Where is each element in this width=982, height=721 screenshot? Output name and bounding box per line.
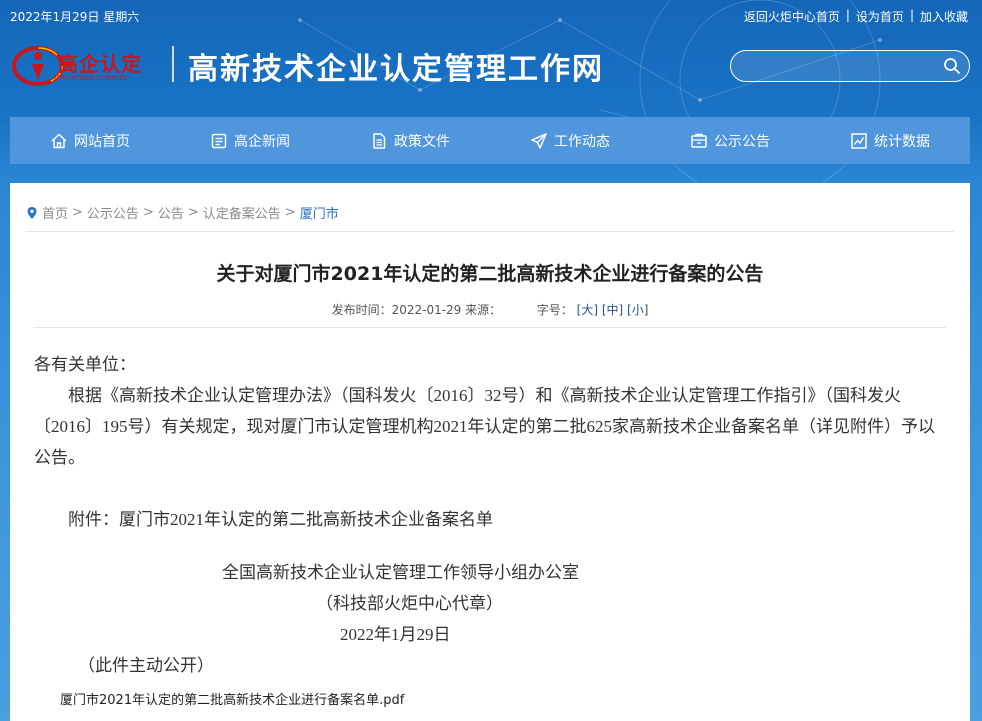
nav-item-statistics[interactable]: 统计数据	[810, 117, 970, 164]
breadcrumb-separator: >	[284, 205, 296, 220]
breadcrumb-home[interactable]: 首页	[42, 203, 68, 222]
site-header: 高企认定 INNOVATION COMPANY 高新技术企业认定管理工作网	[0, 30, 982, 110]
main-paragraph: 根据《高新技术企业认定管理办法》（国科发火〔2016〕32号）和《高新技术企业认…	[34, 386, 935, 467]
nav-item-policy[interactable]: 政策文件	[330, 117, 490, 164]
breadcrumb-separator: >	[142, 205, 154, 220]
publish-info: 发布时间：2022-01-29 来源：	[331, 303, 502, 317]
set-homepage-link[interactable]: 设为首页	[856, 8, 904, 25]
signing-seal-note: （科技部火炬中心代章）	[316, 594, 503, 613]
nav-item-label: 网站首页	[74, 133, 130, 150]
nav-item-label: 工作动态	[554, 133, 610, 150]
site-title: 高新技术企业认定管理工作网	[188, 52, 604, 87]
nav-item-label: 公示公告	[714, 133, 770, 150]
chart-icon	[851, 132, 867, 149]
location-pin-icon	[27, 206, 37, 219]
article-body: 各有关单位： 根据《高新技术企业认定管理办法》（国科发火〔2016〕32号）和《…	[34, 349, 946, 681]
breadcrumb-divider	[26, 231, 954, 232]
search-icon[interactable]	[943, 57, 961, 75]
document-icon	[373, 132, 386, 149]
logo-text: 高企认定	[58, 52, 142, 76]
article-meta: 发布时间：2022-01-29 来源： 字号： [大] [中] [小]	[10, 301, 970, 318]
font-size-small-link[interactable]: [小]	[627, 303, 648, 317]
search-box	[730, 50, 970, 82]
breadcrumb-separator: >	[187, 205, 199, 220]
logo-divider	[172, 46, 174, 82]
breadcrumb-announcements[interactable]: 公示公告	[87, 203, 139, 222]
news-icon	[211, 133, 227, 148]
salutation: 各有关单位：	[34, 355, 136, 374]
article-title: 关于对厦门市2021年认定的第二批高新技术企业进行备案的公告	[216, 263, 764, 285]
attachment-note: 附件：厦门市2021年认定的第二批高新技术企业备案名单	[68, 510, 493, 529]
search-input[interactable]	[743, 56, 933, 76]
breadcrumb: 首页 > 公示公告 > 公告 > 认定备案公告 > 厦门市	[26, 203, 339, 222]
site-logo[interactable]: 高企认定 INNOVATION COMPANY	[10, 40, 160, 90]
add-favorites-link[interactable]: 加入收藏	[920, 8, 968, 25]
font-size-label: 字号：	[536, 303, 573, 317]
paper-plane-icon	[531, 132, 547, 149]
home-icon	[51, 133, 67, 148]
breadcrumb-separator: >	[72, 205, 83, 220]
nav-item-label: 高企新闻	[234, 133, 290, 150]
signing-organization: 全国高新技术企业认定管理工作领导小组办公室	[222, 563, 579, 582]
top-bar: 2022年1月29日 星期六 返回火炬中心首页 | 设为首页 | 加入收藏	[0, 0, 982, 30]
breadcrumb-notice[interactable]: 公告	[158, 203, 184, 222]
current-date: 2022年1月29日 星期六	[10, 10, 140, 24]
breadcrumb-xiamen[interactable]: 厦门市	[300, 203, 339, 222]
back-to-torch-center-link[interactable]: 返回火炬中心首页	[744, 8, 840, 25]
font-size-large-link[interactable]: [大]	[577, 303, 598, 317]
article-content-panel: 首页 > 公示公告 > 公告 > 认定备案公告 > 厦门市 关于对厦门市2021…	[10, 183, 970, 721]
link-separator: |	[845, 8, 850, 22]
top-links: 返回火炬中心首页 | 设为首页 | 加入收藏	[744, 8, 968, 25]
nav-item-label: 政策文件	[394, 133, 450, 150]
public-disclosure-note: （此件主动公开）	[78, 656, 214, 675]
nav-item-label: 统计数据	[874, 133, 930, 150]
font-size-medium-link[interactable]: [中]	[602, 303, 623, 317]
nav-item-announcements[interactable]: 公示公告	[650, 117, 810, 164]
attachment-pdf-link[interactable]: 厦门市2021年认定的第二批高新技术企业进行备案名单.pdf	[60, 689, 404, 708]
announcement-icon	[691, 133, 707, 148]
nav-item-home[interactable]: 网站首页	[10, 117, 170, 164]
signing-date: 2022年1月29日	[340, 625, 451, 644]
nav-item-news[interactable]: 高企新闻	[170, 117, 330, 164]
link-separator: |	[909, 8, 914, 22]
main-nav: 网站首页 高企新闻 政策文件 工作动态 公示公告 统计数据	[10, 117, 970, 164]
nav-item-work-updates[interactable]: 工作动态	[490, 117, 650, 164]
logo-subtext: INNOVATION COMPANY	[54, 74, 128, 82]
breadcrumb-filing-notice[interactable]: 认定备案公告	[203, 203, 281, 222]
meta-divider	[34, 327, 946, 328]
